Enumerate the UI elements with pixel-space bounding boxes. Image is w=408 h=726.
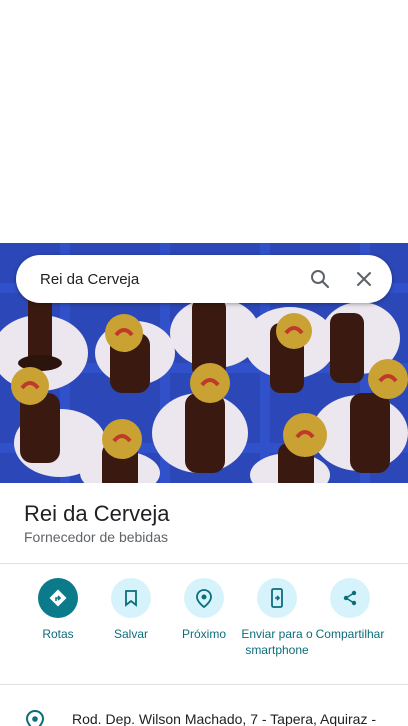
map-area[interactable] [0,0,408,243]
directions-button[interactable]: Rotas [21,578,95,642]
action-bar: Rotas Salvar Próximo Enviar para o smart… [0,578,408,678]
search-bar[interactable]: Rei da Cerveja [16,255,392,303]
send-to-phone-icon [257,578,297,618]
nearby-button[interactable]: Próximo [167,578,241,642]
address-text: Rod. Dep. Wilson Machado, 7 - Tapera, Aq… [72,711,377,726]
nearby-label: Próximo [181,627,226,641]
bookmark-icon [111,578,151,618]
place-category: Fornecedor de bebidas [24,529,168,545]
directions-icon [38,578,78,618]
send-to-phone-label: Enviar para o smartphone [241,627,313,657]
place-sheet: Rei da Cerveja Fornecedor de bebidas Rot… [0,483,408,726]
search-icon [311,270,330,289]
place-title: Rei da Cerveja [24,501,170,526]
share-icon [330,578,370,618]
close-icon [357,272,371,286]
directions-label: Rotas [42,627,74,641]
send-to-phone-button[interactable]: Enviar para o smartphone [240,578,314,658]
share-button[interactable]: Compartilhar [313,578,387,642]
divider [0,563,408,564]
search-button[interactable] [298,257,342,301]
clear-button[interactable] [342,257,386,301]
save-label: Salvar [113,627,148,641]
nearby-icon [184,578,224,618]
save-button[interactable]: Salvar [94,578,168,642]
address-row[interactable]: Rod. Dep. Wilson Machado, 7 - Tapera, Aq… [0,684,408,726]
share-label: Compartilhar [315,627,385,641]
location-pin-icon [25,709,45,726]
search-input[interactable]: Rei da Cerveja [16,271,298,288]
